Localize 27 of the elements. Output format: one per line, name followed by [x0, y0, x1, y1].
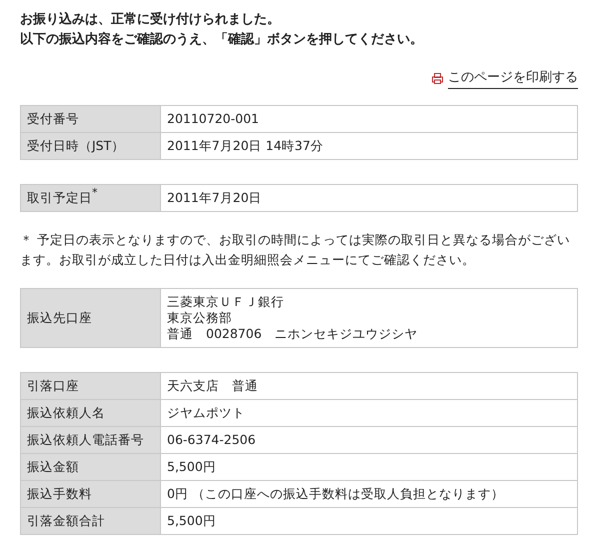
value-cell: 天六支店 普通 — [160, 372, 578, 399]
label-cell: 取引予定日$^{*}$ — [20, 184, 160, 211]
value-line: 三菱東京ＵＦＪ銀行 — [167, 294, 285, 310]
label-cell: 振込先口座 — [20, 288, 160, 347]
label-cell: 受付日時（JST） — [20, 132, 160, 159]
value-cell: 20110720-001 — [160, 105, 578, 132]
value-line: 普通 0028706 ニホンセキジユウジシヤ — [167, 326, 419, 342]
label-cell: 振込手数料 — [20, 480, 160, 507]
label-cell: 振込金額 — [20, 453, 160, 480]
label-cell: 引落金額合計 — [20, 507, 160, 534]
label-cell: 振込依頼人名 — [20, 399, 160, 426]
value-cell: 2011年7月20日 — [160, 184, 578, 211]
printer-icon — [432, 72, 443, 84]
value-cell: 0円 （この口座への振込手数料は受取人負担となります） — [160, 480, 578, 507]
value-cell: 2011年7月20日 14時37分 — [160, 132, 578, 159]
message-text: お振り込みは、正常に受け付けられました。 — [20, 10, 281, 29]
label-cell: 受付番号 — [20, 105, 160, 132]
value-cell: 06-6374-2506 — [160, 426, 578, 453]
footnote-text: ＊ 予定日の表示となりますので、お取引の時間によっては実際の取引日と異なる場合がございます。お取引が成立した日付は入出金明細照会メニューにてご確認ください。 — [20, 230, 571, 268]
label-cell: 引落口座 — [20, 372, 160, 399]
value-cell: 5,500円 — [160, 507, 578, 534]
message-text: 以下の振込内容をご確認のうえ、「確認」ボタンを押してください。 — [20, 30, 424, 49]
value-cell: ジヤムポツト — [160, 399, 578, 426]
print-link[interactable]: このページを印刷する — [448, 68, 578, 88]
value-line: 東京公務部 — [167, 310, 233, 326]
value-cell: 5,500円 — [160, 453, 578, 480]
label-cell: 振込依頼人電話番号 — [20, 426, 160, 453]
